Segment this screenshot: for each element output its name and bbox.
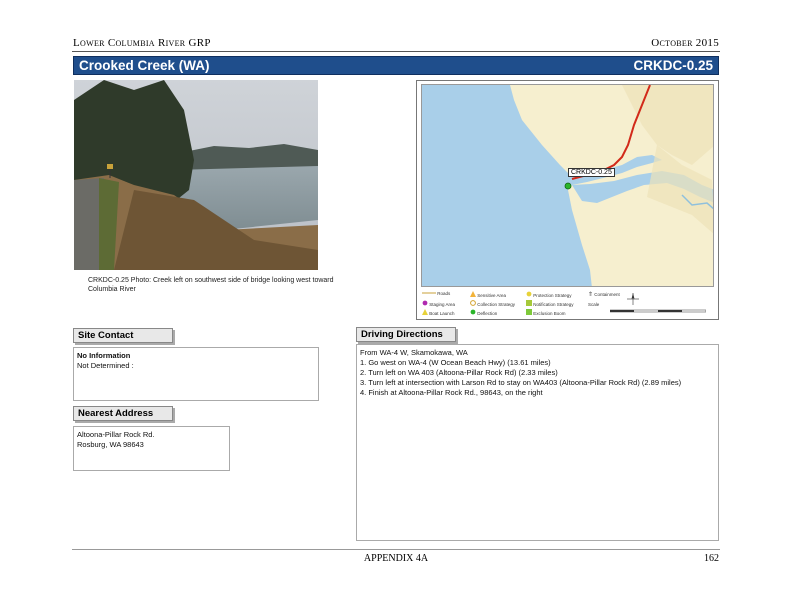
legend-sensitive: Sensitive Area	[470, 291, 506, 298]
directions-step: 3. Turn left at intersection with Larson…	[360, 378, 682, 387]
site-contact-heading: Site Contact	[73, 328, 173, 343]
footer-divider	[72, 549, 720, 550]
nearest-address-box: Altoona-Pillar Rock Rd. Rosburg, WA 9864…	[73, 426, 230, 471]
map-site-label: CRKDC-0.25	[568, 168, 615, 177]
site-map: CRKDC-0.25 Roads Staging Area Boat Launc…	[416, 80, 719, 320]
directions-step: 4. Finish at Altoona-Pillar Rock Rd., 98…	[360, 388, 543, 397]
legend-staging: Staging Area	[422, 300, 455, 307]
address-line-2: Rosburg, WA 98643	[77, 440, 144, 449]
legend-protection: Protection Strategy	[526, 291, 572, 298]
map-graphic	[422, 85, 713, 286]
site-contact-box: No Information Not Determined :	[73, 347, 319, 401]
photo-caption: CRKDC-0.25 Photo: Creek left on southwes…	[88, 277, 334, 293]
header-document-title: Lower Columbia River GRP	[73, 37, 211, 49]
map-legend: Roads Staging Area Boat Launch Sensitive…	[420, 289, 715, 317]
directions-step: 2. Turn left on WA 403 (Altoona-Pillar R…	[360, 368, 558, 377]
legend-roads: Roads	[422, 291, 451, 296]
title-bar: Crooked Creek (WA) CRKDC-0.25	[73, 56, 719, 75]
legend-containment: ⇑ Containment	[588, 292, 620, 298]
legend-deflection: Deflection	[470, 309, 497, 316]
driving-directions-box: From WA-4 W, Skamokawa, WA 1. Go west on…	[356, 344, 719, 541]
header-divider	[72, 51, 720, 52]
site-name: Crooked Creek (WA)	[79, 58, 210, 73]
site-photo-image	[74, 80, 318, 270]
map-canvas: CRKDC-0.25	[421, 84, 714, 287]
directions-step: 1. Go west on WA-4 (W Ocean Beach Hwy) (…	[360, 358, 551, 367]
address-line-1: Altoona-Pillar Rock Rd.	[77, 430, 155, 439]
site-contact-detail: Not Determined :	[77, 361, 134, 370]
directions-from: From WA-4 W, Skamokawa, WA	[360, 348, 468, 357]
driving-directions-heading: Driving Directions	[356, 327, 456, 342]
footer-appendix: APPENDIX 4A	[363, 553, 429, 564]
site-contact-name: No Information	[77, 351, 131, 360]
site-photo	[74, 80, 318, 270]
legend-scale: Scale	[588, 302, 600, 307]
header-date: October 2015	[651, 37, 719, 49]
legend-collection: Collection Strategy	[470, 300, 515, 307]
legend-exclusion: Exclusion Boom	[526, 309, 566, 316]
scale-bar	[609, 309, 707, 315]
legend-boat-launch: Boat Launch	[422, 309, 455, 316]
legend-notification: Notification Strategy	[526, 300, 574, 307]
compass-icon	[627, 293, 639, 306]
site-code: CRKDC-0.25	[633, 58, 713, 73]
nearest-address-heading: Nearest Address	[73, 406, 173, 421]
page-number: 162	[704, 553, 719, 564]
